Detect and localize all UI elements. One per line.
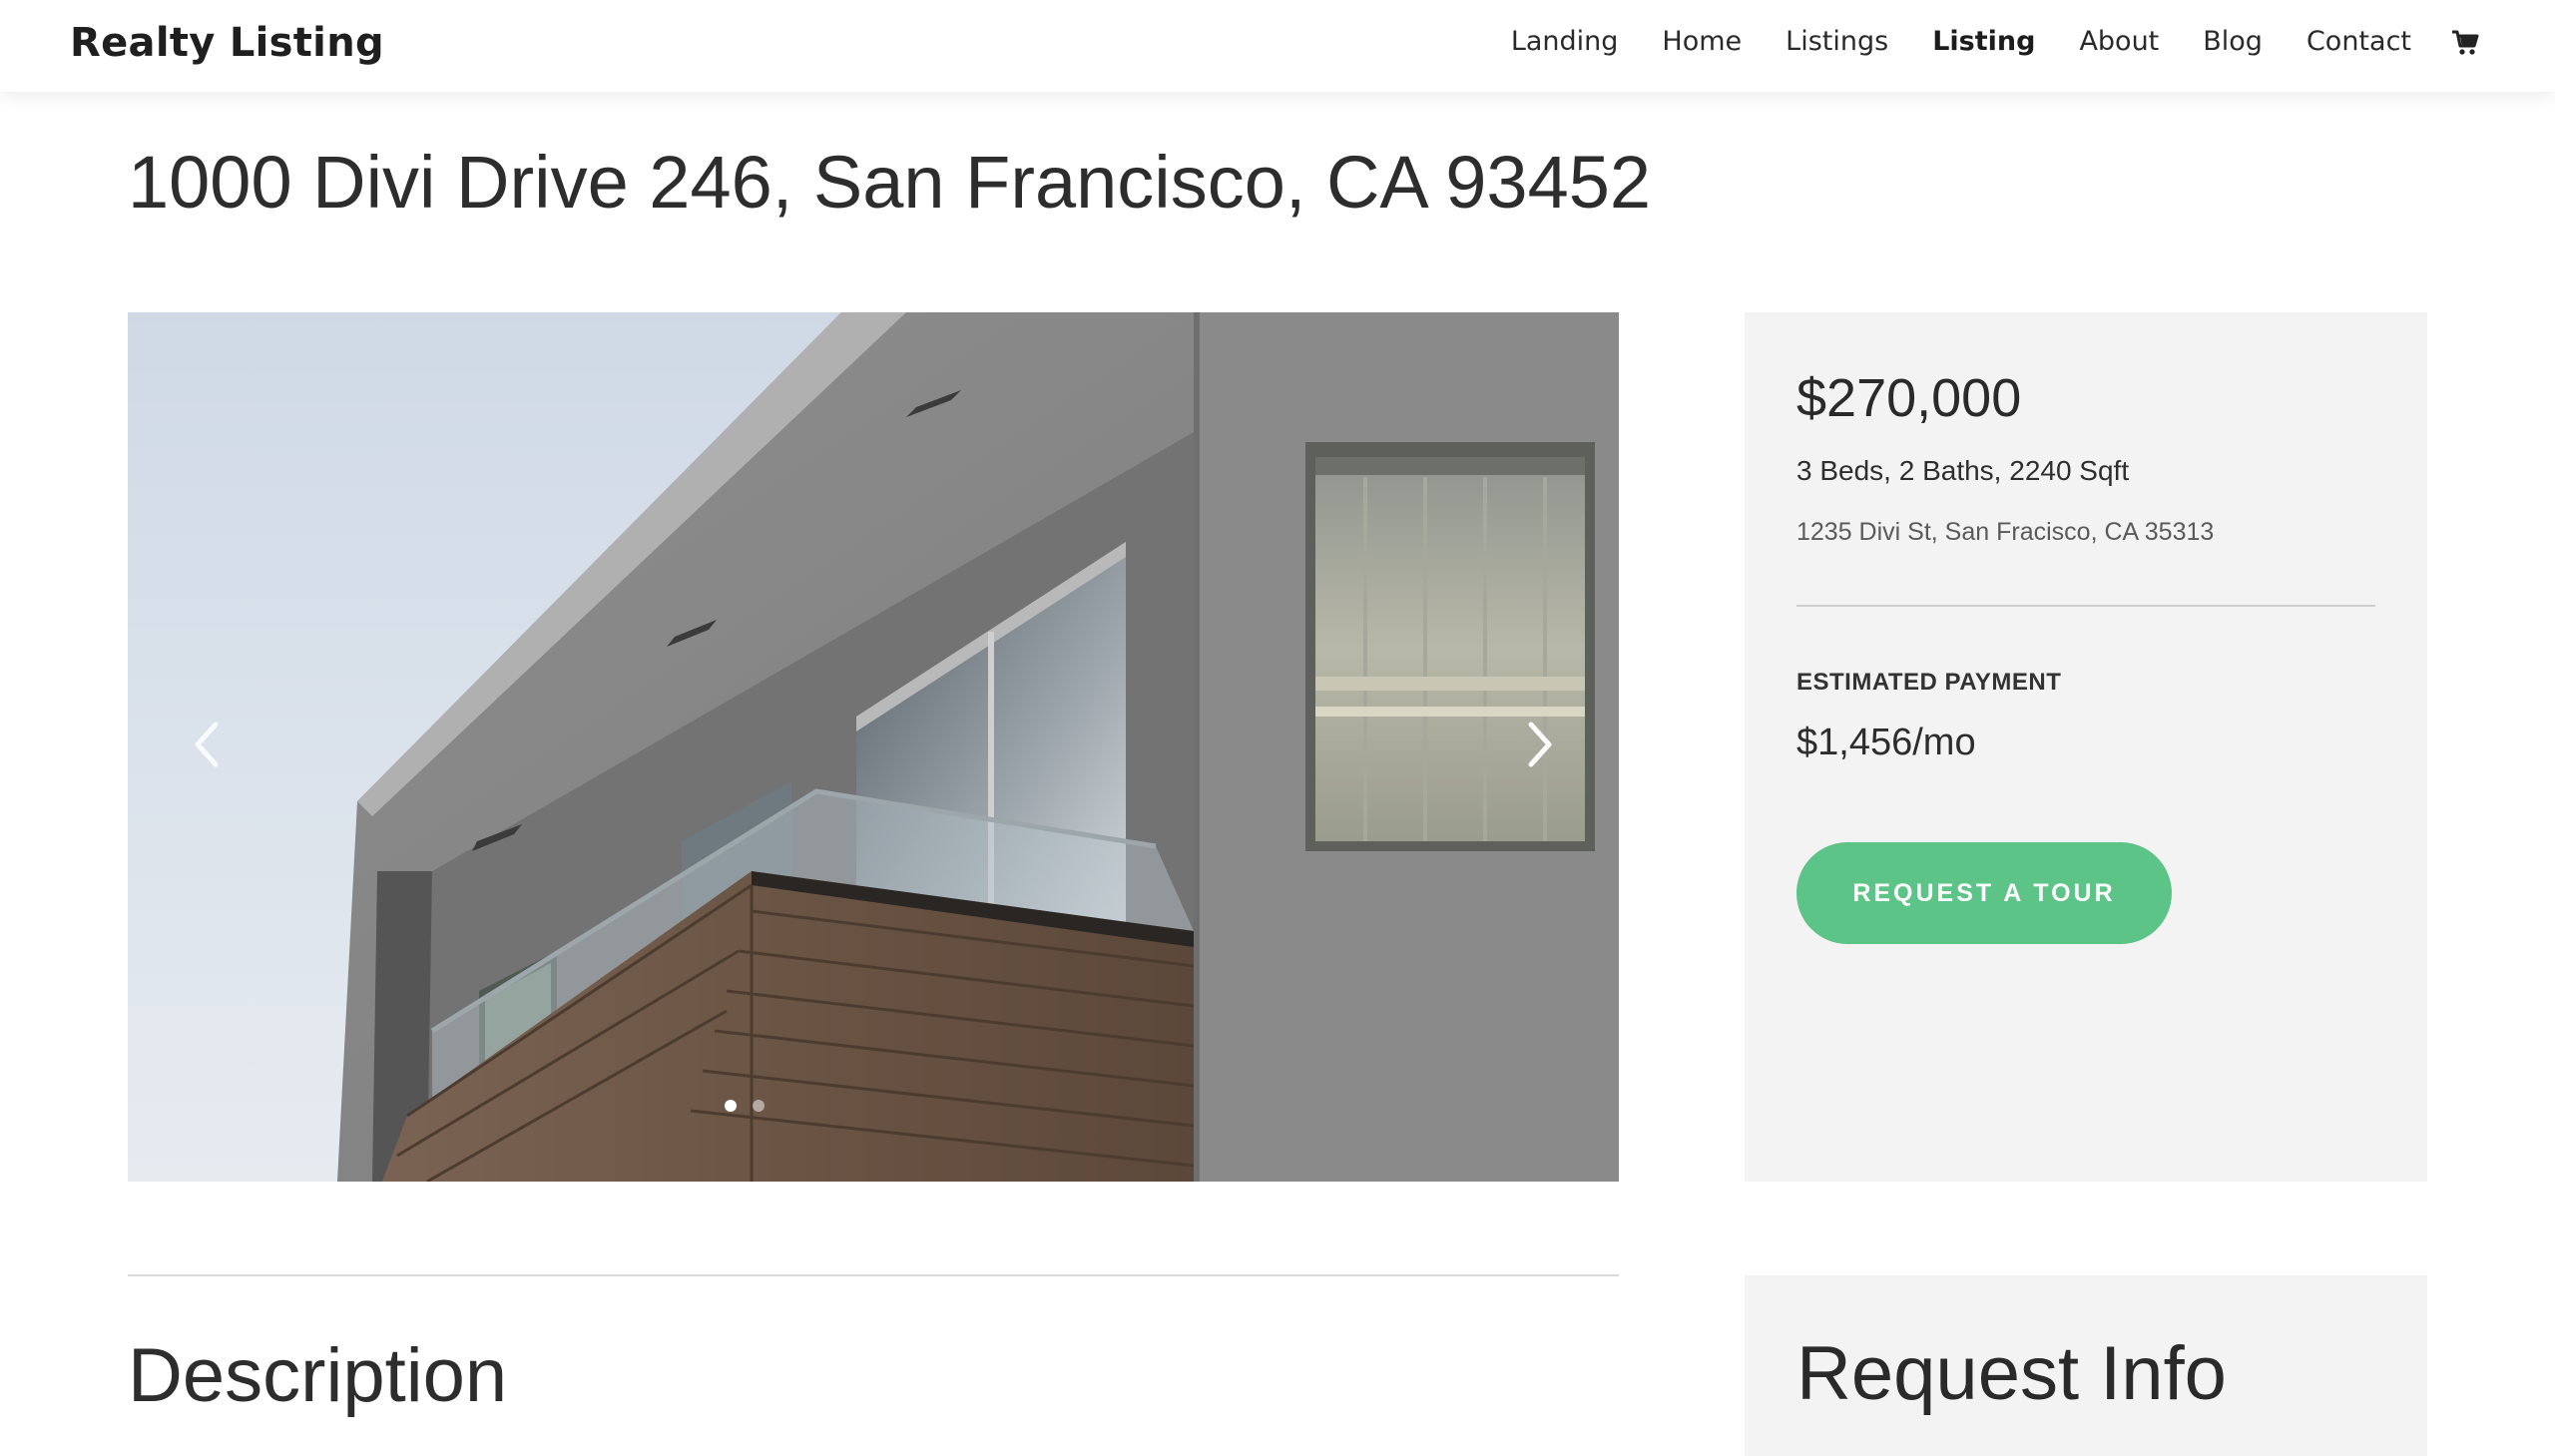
chevron-right-icon[interactable] xyxy=(1509,710,1569,779)
main-nav: Landing Home Listings Listing About Blog… xyxy=(1467,26,2479,57)
image-slider[interactable] xyxy=(128,312,1619,1182)
nav-item-listing[interactable]: Listing xyxy=(1932,26,2035,57)
listing-specs: 3 Beds, 2 Baths, 2240 Sqft xyxy=(1796,455,2130,486)
slider-dot-1[interactable] xyxy=(725,1100,737,1112)
house-photo xyxy=(128,312,1619,1182)
slider-dot-2[interactable] xyxy=(753,1100,765,1112)
request-info-card: Request Info xyxy=(1745,1275,2427,1456)
card-divider xyxy=(1796,605,2375,607)
request-tour-button[interactable]: REQUEST A TOUR xyxy=(1796,842,2172,944)
shopping-cart-icon[interactable] xyxy=(2451,27,2479,57)
site-header: Realty Listing Landing Home Listings Lis… xyxy=(0,0,2555,92)
slider-dots xyxy=(725,1100,780,1112)
estimated-payment-label: ESTIMATED PAYMENT xyxy=(1796,669,2062,696)
nav-item-home[interactable]: Home xyxy=(1662,26,1742,57)
listing-price: $270,000 xyxy=(1796,368,2022,428)
nav-item-landing[interactable]: Landing xyxy=(1511,26,1619,57)
nav-item-about[interactable]: About xyxy=(2079,26,2159,57)
page-title: 1000 Divi Drive 246, San Francisco, CA 9… xyxy=(128,141,1652,224)
nav-item-contact[interactable]: Contact xyxy=(2306,26,2411,57)
listing-address: 1235 Divi St, San Fracisco, CA 35313 xyxy=(1796,518,2215,546)
request-info-heading: Request Info xyxy=(1796,1331,2227,1416)
price-card: $270,000 3 Beds, 2 Baths, 2240 Sqft 1235… xyxy=(1745,312,2427,1182)
estimated-payment-value: $1,456/mo xyxy=(1796,722,1976,763)
chevron-left-icon[interactable] xyxy=(178,710,238,779)
description-heading: Description xyxy=(128,1333,508,1418)
site-logo[interactable]: Realty Listing xyxy=(70,20,384,66)
section-divider xyxy=(128,1274,1619,1276)
nav-item-listings[interactable]: Listings xyxy=(1786,26,1888,57)
nav-item-blog[interactable]: Blog xyxy=(2203,26,2263,57)
